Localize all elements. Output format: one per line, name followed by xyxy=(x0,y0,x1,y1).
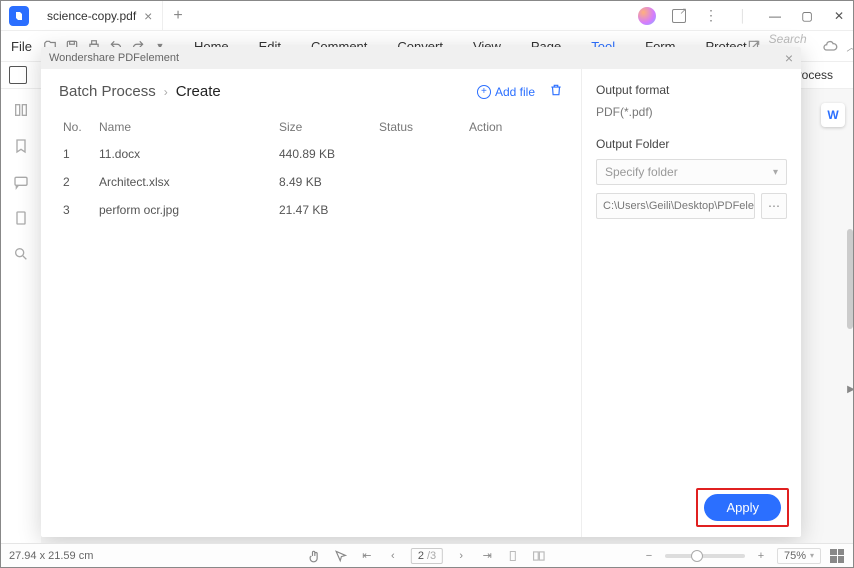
col-action: Action xyxy=(465,114,563,140)
batch-process-dialog: Wondershare PDFelement × Batch Process ›… xyxy=(41,47,801,537)
chevron-right-icon: › xyxy=(164,85,168,99)
dialog-right-pane: Output format PDF(*.pdf) Output Folder S… xyxy=(581,69,801,537)
select-tool-icon[interactable] xyxy=(333,548,349,564)
tab-close-icon[interactable]: × xyxy=(144,8,152,24)
panel-collapse-handle[interactable]: ▶ xyxy=(847,369,854,409)
single-page-icon[interactable] xyxy=(505,548,521,564)
left-rail xyxy=(1,89,41,543)
col-no: No. xyxy=(59,114,95,140)
dialog-left-pane: Batch Process › Create + Add file No. Na… xyxy=(41,69,581,537)
thumbnails-icon[interactable] xyxy=(12,101,30,119)
dialog-title: Wondershare PDFelement xyxy=(49,52,179,64)
output-path-field[interactable]: C:\Users\Geili\Desktop\PDFelement\Cr xyxy=(596,193,755,219)
search-rail-icon[interactable] xyxy=(12,245,30,263)
zoom-out-icon[interactable]: − xyxy=(641,548,657,564)
zoom-percent[interactable]: 75%▾ xyxy=(777,548,821,564)
popout-icon[interactable] xyxy=(665,2,693,30)
dialog-close-button[interactable]: × xyxy=(785,50,793,66)
table-row[interactable]: 3 perform ocr.jpg 21.47 KB xyxy=(59,196,563,224)
status-bar: 27.94 x 21.59 cm ⇤ ‹ 2 /3 › ⇥ − + 75%▾ xyxy=(1,543,853,567)
hand-tool-icon[interactable] xyxy=(307,548,323,564)
table-row[interactable]: 1 11.docx 440.89 KB xyxy=(59,140,563,168)
add-file-button[interactable]: + Add file xyxy=(477,85,535,99)
attachment-icon[interactable] xyxy=(12,209,30,227)
col-name: Name xyxy=(95,114,275,140)
minimize-button[interactable]: — xyxy=(761,2,789,30)
output-format-label: Output format xyxy=(596,83,787,97)
comment-icon[interactable] xyxy=(12,173,30,191)
kebab-menu-icon[interactable]: ⋮ xyxy=(697,2,725,30)
bookmark-icon[interactable] xyxy=(12,137,30,155)
output-folder-label: Output Folder xyxy=(596,137,787,151)
browse-folder-button[interactable]: ⋯ xyxy=(761,193,787,219)
output-folder-select[interactable]: Specify folder ▾ xyxy=(596,159,787,185)
fit-page-icon[interactable] xyxy=(829,548,845,564)
document-tab-label: science-copy.pdf xyxy=(47,9,136,23)
apply-highlight: Apply xyxy=(696,488,789,527)
breadcrumb-root[interactable]: Batch Process xyxy=(59,83,156,100)
file-table: No. Name Size Status Action 1 11.docx 44… xyxy=(59,114,563,224)
chevron-up-icon[interactable]: ︿ xyxy=(846,38,853,54)
add-file-label: Add file xyxy=(495,85,535,99)
breadcrumb-current: Create xyxy=(176,83,221,100)
divider: │ xyxy=(729,2,757,30)
col-status: Status xyxy=(375,114,465,140)
zoom-thumb[interactable] xyxy=(691,550,703,562)
apply-button[interactable]: Apply xyxy=(704,494,781,521)
col-size: Size xyxy=(275,114,375,140)
word-export-chip[interactable]: W xyxy=(821,103,845,127)
output-format-value: PDF(*.pdf) xyxy=(596,105,787,119)
close-window-button[interactable]: ✕ xyxy=(825,2,853,30)
file-menu[interactable]: File xyxy=(5,39,38,54)
zoom-in-icon[interactable]: + xyxy=(753,548,769,564)
prev-page-icon[interactable]: ‹ xyxy=(385,548,401,564)
page-dimensions: 27.94 x 21.59 cm xyxy=(9,550,93,562)
next-page-icon[interactable]: › xyxy=(453,548,469,564)
first-page-icon[interactable]: ⇤ xyxy=(359,548,375,564)
table-row[interactable]: 2 Architect.xlsx 8.49 KB xyxy=(59,168,563,196)
cloud-icon[interactable] xyxy=(822,38,838,54)
maximize-button[interactable]: ▢ xyxy=(793,2,821,30)
last-page-icon[interactable]: ⇥ xyxy=(479,548,495,564)
plus-circle-icon: + xyxy=(477,85,491,99)
chevron-down-icon: ▾ xyxy=(773,167,778,178)
page-indicator[interactable]: 2 /3 xyxy=(411,548,443,564)
document-tab[interactable]: science-copy.pdf × xyxy=(37,1,163,31)
app-logo xyxy=(9,6,29,26)
delete-icon[interactable] xyxy=(549,83,563,100)
scrollbar[interactable] xyxy=(847,229,853,329)
crop-icon[interactable] xyxy=(9,66,27,84)
assistant-orb-icon[interactable] xyxy=(633,2,661,30)
two-page-icon[interactable] xyxy=(531,548,547,564)
titlebar: science-copy.pdf × + ⋮ │ — ▢ ✕ xyxy=(1,1,853,31)
zoom-slider[interactable] xyxy=(665,554,745,558)
dialog-titlebar: Wondershare PDFelement × xyxy=(41,47,801,69)
new-tab-button[interactable]: + xyxy=(163,7,192,25)
